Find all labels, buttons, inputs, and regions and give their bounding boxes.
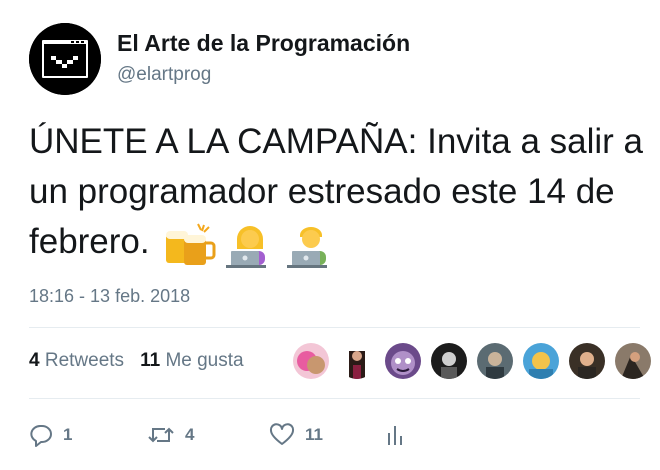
author-handle[interactable]: @elartprog (117, 64, 211, 86)
likes-stat-label: Me gusta (165, 350, 244, 371)
liker-avatar[interactable] (615, 343, 651, 379)
divider (29, 398, 640, 399)
liker-avatar[interactable] (431, 343, 467, 379)
like-count: 11 (305, 425, 323, 444)
heart-icon (269, 423, 295, 445)
analytics-icon (388, 426, 402, 445)
reply-button[interactable]: 1 (29, 423, 147, 447)
like-button[interactable]: 11 (269, 423, 385, 447)
analytics-button[interactable] (385, 423, 405, 447)
liker-avatar[interactable] (385, 343, 421, 379)
divider (29, 327, 640, 328)
liker-avatar[interactable] (293, 343, 329, 379)
liker-avatar[interactable] (569, 343, 605, 379)
man-technologist-icon (286, 227, 327, 269)
retweets-stat-label: Retweets (44, 350, 125, 371)
tweet-stats: 4 Retweets 11 Me gusta (29, 350, 260, 372)
author-display-name[interactable]: El Arte de la Programación (117, 30, 410, 57)
liker-avatar[interactable] (477, 343, 513, 379)
liker-avatar[interactable] (339, 343, 375, 379)
retweets-stat[interactable]: 4 Retweets (29, 350, 124, 372)
tweet-text: ÚNETE A LA CAMPAÑA: Invita a salir a un … (29, 117, 649, 269)
reply-icon (30, 425, 52, 447)
retweet-icon (148, 427, 174, 443)
author-avatar[interactable] (29, 23, 101, 95)
retweet-count: 4 (185, 425, 195, 444)
tweet-actions: 1 4 11 (29, 418, 405, 452)
likes-stat-count: 11 (140, 350, 161, 371)
likes-stat[interactable]: 11 Me gusta (140, 350, 244, 372)
terminal-window-icon (29, 23, 101, 95)
reply-count: 1 (63, 425, 73, 444)
likers-avatar-list (293, 343, 660, 383)
retweets-stat-count: 4 (29, 350, 40, 371)
emoji-row (162, 218, 345, 269)
woman-technologist-icon (225, 226, 266, 269)
tweet-card: El Arte de la Programación @elartprog ÚN… (0, 0, 660, 470)
liker-avatar[interactable] (523, 343, 559, 379)
tweet-timestamp[interactable]: 18:16 - 13 feb. 2018 (29, 286, 190, 307)
retweet-button[interactable]: 4 (147, 423, 269, 447)
beer-mugs-icon (165, 223, 216, 266)
